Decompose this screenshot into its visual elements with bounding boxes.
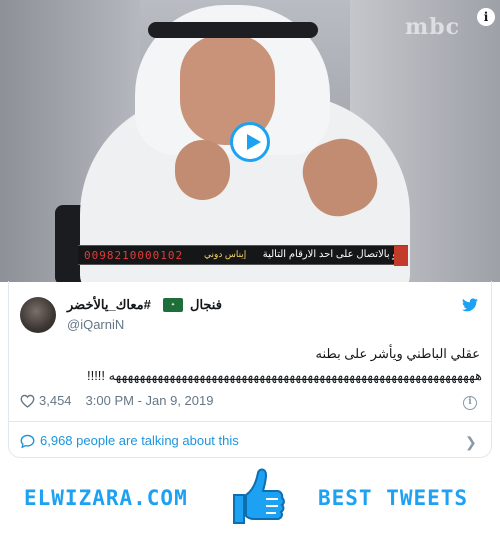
tweet-video[interactable]: mbc i 0098210000102 إيناس دوني او بالاتص…: [0, 0, 500, 282]
tweet-text-line: عقلي الباطني ويأشر على بطنه: [315, 346, 480, 361]
channel-logo: mbc: [405, 14, 461, 40]
conversation-count: 6,968 people are talking about this: [40, 433, 239, 448]
user-handle[interactable]: @iQarniN: [67, 317, 124, 332]
play-button[interactable]: [230, 122, 270, 162]
like-count[interactable]: 3,454: [39, 393, 72, 408]
ticker-badge: [394, 246, 408, 266]
saudi-flag-icon: ✦: [163, 298, 183, 312]
presenter-agal: [148, 22, 318, 38]
thumbs-up-icon: [233, 468, 285, 524]
divider: [8, 421, 492, 422]
info-icon[interactable]: i: [477, 8, 495, 26]
ticker-phone: 0098210000102: [84, 249, 184, 262]
ticker-text: او بالاتصال على احد الارقام التالية: [262, 249, 400, 260]
ticker-name: إيناس دوني: [204, 249, 247, 259]
news-ticker: 0098210000102 إيناس دوني او بالاتصال على…: [78, 245, 408, 266]
presenter-hand: [175, 140, 230, 200]
info-icon[interactable]: i: [463, 396, 477, 410]
display-name-suffix[interactable]: فنجال: [190, 297, 222, 313]
tweet-text-line: هههههههههههههههههههههههههههههههههههههههه…: [86, 368, 482, 383]
tweet-stats: 3,454 3:00 PM - Jan 9, 2019: [20, 393, 213, 408]
heart-icon[interactable]: [20, 394, 35, 408]
timestamp[interactable]: 3:00 PM - Jan 9, 2019: [86, 393, 214, 408]
site-name: ELWIZARA.COM: [24, 486, 188, 510]
comment-bubble-icon: [20, 434, 35, 448]
display-name[interactable]: #معاك_يالأخضر: [67, 297, 151, 313]
conversation-link[interactable]: 6,968 people are talking about this: [20, 433, 239, 448]
avatar[interactable]: [20, 297, 56, 333]
chevron-right-icon[interactable]: ❯: [465, 434, 477, 451]
banner-title: BEST TWEETS: [318, 486, 469, 510]
twitter-bird-icon[interactable]: [462, 298, 478, 312]
